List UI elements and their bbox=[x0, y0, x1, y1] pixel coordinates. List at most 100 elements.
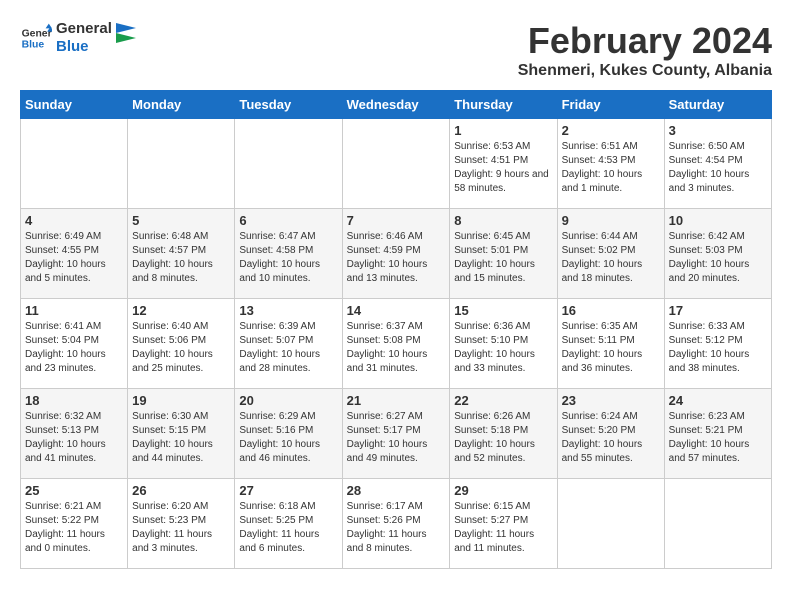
calendar-cell: 13 Sunrise: 6:39 AM Sunset: 5:07 PM Dayli… bbox=[235, 299, 342, 389]
day-info: Sunrise: 6:46 AM Sunset: 4:59 PM Dayligh… bbox=[347, 230, 446, 286]
calendar-cell bbox=[128, 119, 235, 209]
calendar-cell: 16Sunrise: 6:35 AM Sunset: 5:11 PM Dayli… bbox=[557, 299, 664, 389]
calendar-cell: 2 Sunrise: 6:51 AM Sunset: 4:53 PM Daylig… bbox=[557, 119, 664, 209]
day-number: 14 bbox=[347, 303, 446, 318]
calendar-cell: 6 Sunrise: 6:47 AM Sunset: 4:58 PM Daylig… bbox=[235, 209, 342, 299]
day-info: Sunrise: 6:49 AM Sunset: 4:55 PM Dayligh… bbox=[25, 230, 123, 286]
day-number: 26 bbox=[132, 483, 230, 498]
day-number: 27 bbox=[239, 483, 337, 498]
day-info: Sunrise: 6:40 AM Sunset: 5:06 PM Dayligh… bbox=[132, 320, 230, 376]
week-row-1: 1 Sunrise: 6:53 AM Sunset: 4:51 PM Daylig… bbox=[21, 119, 772, 209]
day-number: 11 bbox=[25, 303, 123, 318]
day-number: 20 bbox=[239, 393, 337, 408]
svg-text:Blue: Blue bbox=[22, 40, 45, 51]
title-area: February 2024 Shenmeri, Kukes County, Al… bbox=[518, 20, 772, 80]
week-row-2: 4 Sunrise: 6:49 AM Sunset: 4:55 PM Daylig… bbox=[21, 209, 772, 299]
calendar-cell: 11 Sunrise: 6:41 AM Sunset: 5:04 PM Dayli… bbox=[21, 299, 128, 389]
calendar-cell: 25Sunrise: 6:21 AM Sunset: 5:22 PM Dayli… bbox=[21, 479, 128, 569]
day-number: 17 bbox=[669, 303, 767, 318]
day-number: 29 bbox=[454, 483, 552, 498]
day-info: Sunrise: 6:15 AM Sunset: 5:27 PM Dayligh… bbox=[454, 500, 552, 556]
day-info: Sunrise: 6:44 AM Sunset: 5:02 PM Dayligh… bbox=[562, 230, 660, 286]
day-info: Sunrise: 6:51 AM Sunset: 4:53 PM Dayligh… bbox=[562, 140, 660, 196]
calendar-cell: 22 Sunrise: 6:26 AM Sunset: 5:18 PM Dayli… bbox=[450, 389, 557, 479]
calendar-header-row: SundayMondayTuesdayWednesdayThursdayFrid… bbox=[21, 91, 772, 119]
day-header-tuesday: Tuesday bbox=[235, 91, 342, 119]
day-header-sunday: Sunday bbox=[21, 91, 128, 119]
day-number: 4 bbox=[25, 213, 123, 228]
calendar-cell: 17 Sunrise: 6:33 AM Sunset: 5:12 PM Dayli… bbox=[664, 299, 771, 389]
day-number: 1 bbox=[454, 123, 552, 138]
day-info: Sunrise: 6:33 AM Sunset: 5:12 PM Dayligh… bbox=[669, 320, 767, 376]
calendar-table: SundayMondayTuesdayWednesdayThursdayFrid… bbox=[20, 90, 772, 569]
day-number: 2 bbox=[562, 123, 660, 138]
day-number: 21 bbox=[347, 393, 446, 408]
day-number: 25 bbox=[25, 483, 123, 498]
day-info: Sunrise: 6:29 AM Sunset: 5:16 PM Dayligh… bbox=[239, 410, 337, 466]
day-number: 6 bbox=[239, 213, 337, 228]
day-number: 3 bbox=[669, 123, 767, 138]
calendar-cell: 23 Sunrise: 6:24 AM Sunset: 5:20 PM Dayli… bbox=[557, 389, 664, 479]
day-number: 8 bbox=[454, 213, 552, 228]
day-info: Sunrise: 6:41 AM Sunset: 5:04 PM Dayligh… bbox=[25, 320, 123, 376]
day-info: Sunrise: 6:42 AM Sunset: 5:03 PM Dayligh… bbox=[669, 230, 767, 286]
day-number: 18 bbox=[25, 393, 123, 408]
day-number: 10 bbox=[669, 213, 767, 228]
day-header-monday: Monday bbox=[128, 91, 235, 119]
week-row-3: 11 Sunrise: 6:41 AM Sunset: 5:04 PM Dayli… bbox=[21, 299, 772, 389]
day-number: 28 bbox=[347, 483, 446, 498]
day-info: Sunrise: 6:32 AM Sunset: 5:13 PM Dayligh… bbox=[25, 410, 123, 466]
calendar-cell: 18 Sunrise: 6:32 AM Sunset: 5:13 PM Dayli… bbox=[21, 389, 128, 479]
day-info: Sunrise: 6:20 AM Sunset: 5:23 PM Dayligh… bbox=[132, 500, 230, 556]
day-info: Sunrise: 6:47 AM Sunset: 4:58 PM Dayligh… bbox=[239, 230, 337, 286]
calendar-cell: 19Sunrise: 6:30 AM Sunset: 5:15 PM Dayli… bbox=[128, 389, 235, 479]
svg-text:General: General bbox=[22, 28, 52, 39]
calendar-cell: 9Sunrise: 6:44 AM Sunset: 5:02 PM Daylig… bbox=[557, 209, 664, 299]
calendar-cell: 29 Sunrise: 6:15 AM Sunset: 5:27 PM Dayli… bbox=[450, 479, 557, 569]
day-header-thursday: Thursday bbox=[450, 91, 557, 119]
week-row-4: 18 Sunrise: 6:32 AM Sunset: 5:13 PM Dayli… bbox=[21, 389, 772, 479]
page-subtitle: Shenmeri, Kukes County, Albania bbox=[518, 62, 772, 80]
day-info: Sunrise: 6:35 AM Sunset: 5:11 PM Dayligh… bbox=[562, 320, 660, 376]
calendar-cell: 14 Sunrise: 6:37 AM Sunset: 5:08 PM Dayli… bbox=[342, 299, 450, 389]
calendar-cell: 5Sunrise: 6:48 AM Sunset: 4:57 PM Daylig… bbox=[128, 209, 235, 299]
calendar-cell bbox=[21, 119, 128, 209]
calendar-cell: 1 Sunrise: 6:53 AM Sunset: 4:51 PM Daylig… bbox=[450, 119, 557, 209]
day-info: Sunrise: 6:39 AM Sunset: 5:07 PM Dayligh… bbox=[239, 320, 337, 376]
calendar-cell bbox=[342, 119, 450, 209]
calendar-cell bbox=[664, 479, 771, 569]
day-info: Sunrise: 6:53 AM Sunset: 4:51 PM Dayligh… bbox=[454, 140, 552, 196]
day-number: 23 bbox=[562, 393, 660, 408]
week-row-5: 25Sunrise: 6:21 AM Sunset: 5:22 PM Dayli… bbox=[21, 479, 772, 569]
logo-icon: General Blue bbox=[20, 22, 52, 54]
logo-flag-icon bbox=[116, 23, 136, 53]
day-info: Sunrise: 6:24 AM Sunset: 5:20 PM Dayligh… bbox=[562, 410, 660, 466]
day-info: Sunrise: 6:45 AM Sunset: 5:01 PM Dayligh… bbox=[454, 230, 552, 286]
day-info: Sunrise: 6:23 AM Sunset: 5:21 PM Dayligh… bbox=[669, 410, 767, 466]
calendar-cell bbox=[235, 119, 342, 209]
day-number: 24 bbox=[669, 393, 767, 408]
calendar-cell: 10 Sunrise: 6:42 AM Sunset: 5:03 PM Dayli… bbox=[664, 209, 771, 299]
calendar-cell: 3Sunrise: 6:50 AM Sunset: 4:54 PM Daylig… bbox=[664, 119, 771, 209]
calendar-cell: 26 Sunrise: 6:20 AM Sunset: 5:23 PM Dayli… bbox=[128, 479, 235, 569]
day-number: 22 bbox=[454, 393, 552, 408]
calendar-cell: 4 Sunrise: 6:49 AM Sunset: 4:55 PM Daylig… bbox=[21, 209, 128, 299]
day-info: Sunrise: 6:36 AM Sunset: 5:10 PM Dayligh… bbox=[454, 320, 552, 376]
day-info: Sunrise: 6:18 AM Sunset: 5:25 PM Dayligh… bbox=[239, 500, 337, 556]
calendar-cell bbox=[557, 479, 664, 569]
day-info: Sunrise: 6:37 AM Sunset: 5:08 PM Dayligh… bbox=[347, 320, 446, 376]
calendar-cell: 27 Sunrise: 6:18 AM Sunset: 5:25 PM Dayli… bbox=[235, 479, 342, 569]
calendar-cell: 28 Sunrise: 6:17 AM Sunset: 5:26 PM Dayli… bbox=[342, 479, 450, 569]
day-number: 13 bbox=[239, 303, 337, 318]
day-info: Sunrise: 6:48 AM Sunset: 4:57 PM Dayligh… bbox=[132, 230, 230, 286]
calendar-body: 1 Sunrise: 6:53 AM Sunset: 4:51 PM Daylig… bbox=[21, 119, 772, 569]
day-info: Sunrise: 6:17 AM Sunset: 5:26 PM Dayligh… bbox=[347, 500, 446, 556]
day-number: 19 bbox=[132, 393, 230, 408]
day-info: Sunrise: 6:26 AM Sunset: 5:18 PM Dayligh… bbox=[454, 410, 552, 466]
calendar-cell: 21Sunrise: 6:27 AM Sunset: 5:17 PM Dayli… bbox=[342, 389, 450, 479]
day-number: 15 bbox=[454, 303, 552, 318]
calendar-cell: 7Sunrise: 6:46 AM Sunset: 4:59 PM Daylig… bbox=[342, 209, 450, 299]
calendar-cell: 15 Sunrise: 6:36 AM Sunset: 5:10 PM Dayli… bbox=[450, 299, 557, 389]
calendar-cell: 20 Sunrise: 6:29 AM Sunset: 5:16 PM Dayli… bbox=[235, 389, 342, 479]
calendar-cell: 8 Sunrise: 6:45 AM Sunset: 5:01 PM Daylig… bbox=[450, 209, 557, 299]
